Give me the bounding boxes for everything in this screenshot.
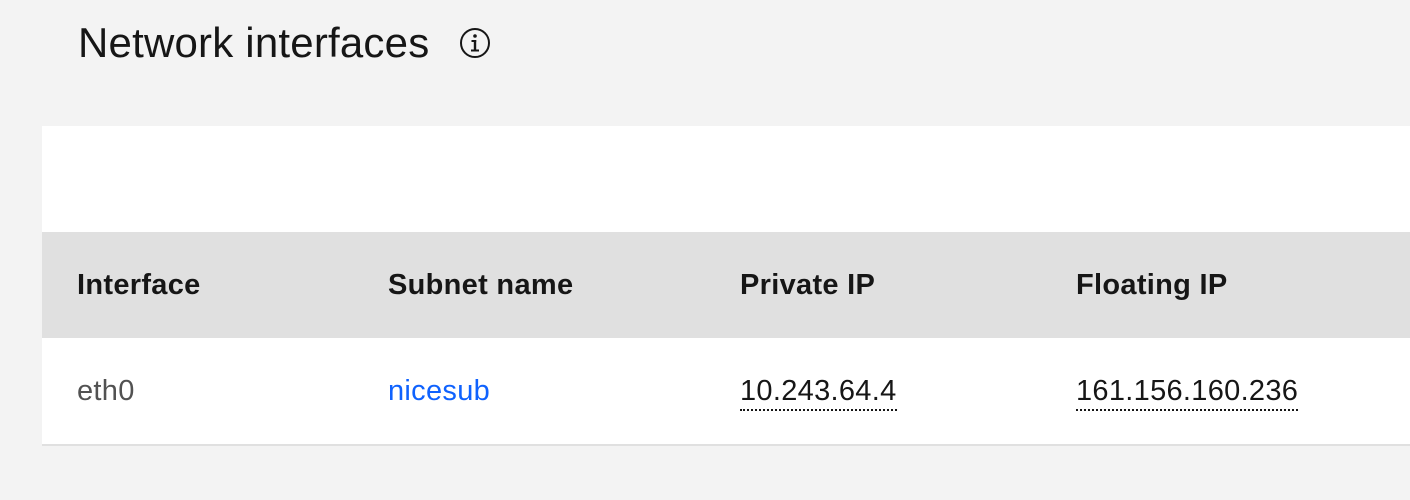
table-toolbar (42, 126, 1410, 232)
page-title: Network interfaces (78, 19, 430, 66)
table-header-row: Interface Subnet name Private IP Floatin… (42, 232, 1410, 338)
interface-cell: eth0 (42, 338, 388, 444)
page-header: Network interfaces (78, 18, 491, 68)
floating-ip-value[interactable]: 161.156.160.236 (1076, 374, 1299, 411)
private-ip-value[interactable]: 10.243.64.4 (740, 374, 897, 411)
subnet-name-link[interactable]: nicesub (388, 375, 490, 407)
table-row: eth0 nicesub 10.243.64.4 161.156.160.236 (42, 338, 1410, 444)
network-interfaces-table: Interface Subnet name Private IP Floatin… (42, 232, 1410, 444)
floating-ip-cell: 161.156.160.236 (1076, 338, 1410, 444)
info-icon[interactable] (459, 27, 491, 59)
network-interfaces-table-panel: Interface Subnet name Private IP Floatin… (42, 126, 1410, 446)
column-header-private-ip: Private IP (740, 268, 876, 301)
interface-value: eth0 (77, 374, 135, 407)
column-header-floating-ip: Floating IP (1076, 268, 1228, 301)
private-ip-cell: 10.243.64.4 (740, 338, 1076, 444)
info-icon-graphic (460, 28, 491, 58)
column-header-interface: Interface (77, 268, 201, 301)
subnet-name-cell: nicesub (388, 338, 740, 444)
column-header-subnet-name: Subnet name (388, 268, 574, 301)
